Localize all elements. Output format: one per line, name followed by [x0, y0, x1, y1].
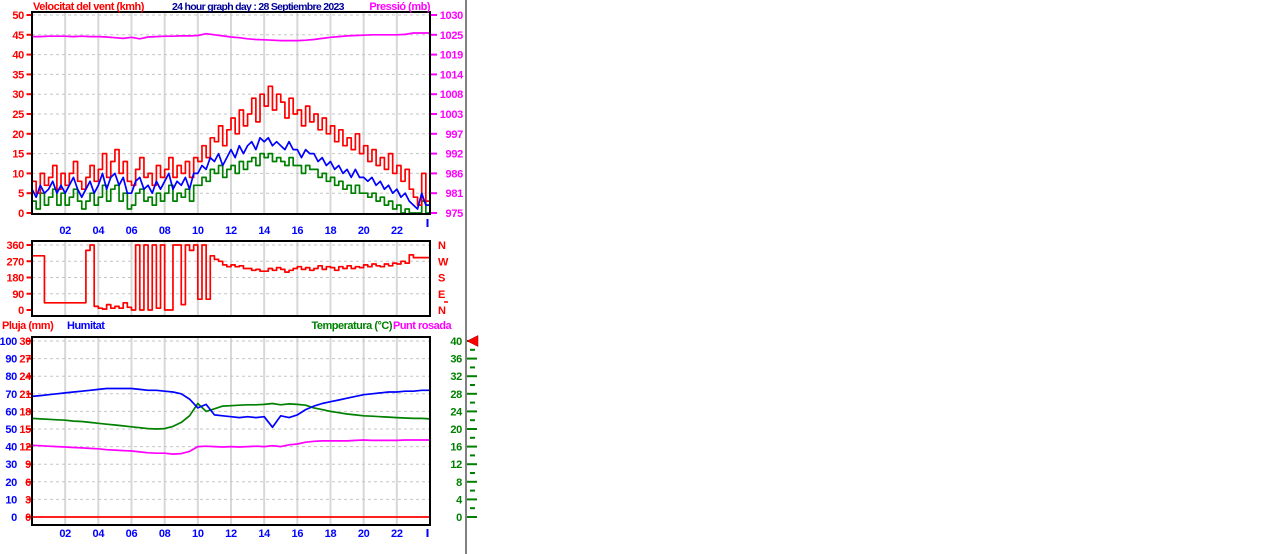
humidity-ytick-label: 100: [0, 336, 17, 348]
bottom-hour-label: 22: [391, 528, 403, 540]
bottom-hour-label: 18: [325, 528, 337, 540]
bottom-hour-label: 04: [93, 528, 106, 540]
wind-hour-label: 20: [358, 225, 370, 237]
bottom-hour-label: 14: [258, 528, 271, 540]
bottom-hour-label: 16: [292, 528, 304, 540]
wind-hour-label: 16: [292, 225, 304, 237]
compass-label: N: [438, 305, 446, 317]
pressure-ytick-label: 981: [446, 188, 464, 200]
rain-ytick-label: 24: [19, 371, 32, 383]
wind-hour-label: 22: [391, 225, 403, 237]
direction-ytick-label: 360: [7, 240, 25, 252]
compass-label: E: [438, 289, 445, 301]
rain-ytick-label: 0: [25, 512, 31, 524]
compass-label: S: [438, 273, 445, 285]
wind-hour-label: 12: [225, 225, 237, 237]
wind-ytick-label: 45: [12, 30, 24, 42]
rain-ytick-label: 18: [19, 406, 31, 418]
temp-ytick-label: 24: [450, 406, 463, 418]
temp-ytick-label: 28: [450, 389, 462, 401]
wind-ytick-label: 10: [12, 168, 24, 180]
rain-ytick-label: 12: [19, 442, 31, 454]
wind-hour-label: 02: [59, 225, 71, 237]
temp-ytick-label: 4: [456, 494, 463, 506]
pressure-ytick-label: 992: [446, 149, 464, 161]
bottom-hour-label: 06: [126, 528, 138, 540]
temperature-axis-title: Temperatura (°C): [311, 320, 392, 332]
wind-ytick-label: 50: [12, 10, 24, 22]
humidity-ytick-label: 90: [5, 354, 17, 366]
direction-ytick-label: 90: [12, 289, 24, 301]
rain-ytick-label: 9: [25, 459, 31, 471]
wind-ytick-label: 40: [12, 50, 24, 62]
temp-ytick-label: 36: [450, 354, 462, 366]
temp-ytick-label: 40: [450, 336, 462, 348]
humidity-ytick-label: 0: [11, 512, 17, 524]
rain-ytick-label: 30: [19, 336, 31, 348]
humidity-ytick-label: 10: [5, 494, 17, 506]
temp-ytick-label: 32: [450, 371, 462, 383]
pressure-ytick-label: 997: [446, 129, 464, 141]
wind-ytick-label: 25: [12, 109, 24, 121]
dew-point-axis-title: Punt rosada: [393, 320, 452, 332]
page-title: 24 hour graph day : 28 Septiembre 2023: [172, 1, 345, 13]
bottom-hour-label: 08: [159, 528, 171, 540]
direction-ytick-label: 180: [7, 273, 25, 285]
rain-axis-title: Pluja (mm): [2, 320, 54, 332]
pressure-ytick-label: 986: [446, 168, 464, 180]
humidity-ytick-label: 60: [5, 406, 17, 418]
wind-hour-label: 06: [126, 225, 138, 237]
wind-ytick-label: 30: [12, 89, 24, 101]
temp-ytick-label: 0: [456, 512, 462, 524]
wind-speed-axis-title: Velocitat del vent (kmh): [33, 1, 144, 13]
direction-ytick-label: 270: [7, 256, 25, 268]
compass-label: W: [438, 256, 449, 268]
humidity-ytick-label: 40: [5, 442, 17, 454]
pressure-ytick-label: 1025: [440, 30, 463, 42]
pressure-ytick-label: 1030: [440, 10, 463, 22]
humidity-ytick-label: 20: [5, 477, 17, 489]
rain-ytick-label: 3: [25, 494, 31, 506]
direction-ytick-label: 0: [18, 305, 24, 317]
wind-ytick-label: 5: [18, 188, 24, 200]
humidity-ytick-label: 50: [5, 424, 17, 436]
temp-ytick-label: 20: [450, 424, 462, 436]
temp-ytick-label: 12: [450, 459, 462, 471]
wind-hour-label: 18: [325, 225, 337, 237]
wind-ytick-label: 20: [12, 129, 24, 141]
humidity-ytick-label: 80: [5, 371, 17, 383]
wind-ytick-label: 0: [18, 208, 24, 220]
rain-ytick-label: 21: [19, 389, 31, 401]
pressure-ytick-label: 1019: [440, 50, 463, 62]
rain-ytick-label: 6: [25, 477, 31, 489]
humidity-ytick-label: 70: [5, 389, 17, 401]
pressure-ytick-label: 1008: [440, 89, 463, 101]
humidity-ytick-label: 30: [5, 459, 17, 471]
rain-ytick-label: 15: [19, 424, 31, 436]
weather-24h-graph-page: 50 45 40 35 30 25 20 15 10 5 0 1030 1025 1019 1014 1008…: [0, 0, 1280, 554]
wind-hour-label: 04: [93, 225, 106, 237]
temp-ytick-label: 16: [450, 442, 462, 454]
temp-ytick-label: 8: [456, 477, 462, 489]
pressure-ytick-label: 1014: [440, 69, 464, 81]
charts-canvas: 5045403530252015105010301025101910141008…: [0, 0, 479, 554]
wind-ytick-label: 15: [12, 149, 24, 161]
pressure-ytick-label: 1003: [440, 109, 463, 121]
rain-ytick-label: 27: [19, 354, 31, 366]
wind-ytick-label: 35: [12, 69, 24, 81]
current-temp-marker: [466, 335, 479, 347]
pressure-axis-title: Pressió (mb): [369, 1, 430, 13]
humidity-axis-title: Humitat: [67, 320, 105, 332]
compass-label: N: [438, 240, 446, 252]
wind-hour-label: 10: [192, 225, 204, 237]
pressure-ytick-label: 975: [446, 208, 464, 220]
wind-hour-label: 14: [258, 225, 271, 237]
bottom-hour-label: 02: [59, 528, 71, 540]
wind-hour-label: 08: [159, 225, 171, 237]
bottom-hour-label: 20: [358, 528, 370, 540]
bottom-hour-label: 10: [192, 528, 204, 540]
bottom-hour-label: 12: [225, 528, 237, 540]
